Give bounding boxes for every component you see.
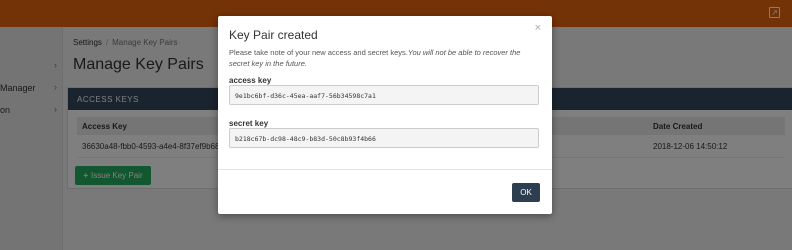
close-icon[interactable]: ×	[535, 22, 541, 34]
key-pair-created-modal: Key Pair created × Please take note of y…	[218, 16, 552, 214]
access-key-field[interactable]: 9e1bc6bf-d36c-45ea-aaf7-56b34598c7a1	[229, 85, 539, 105]
modal-message-plain: Please take note of your new access and …	[229, 48, 408, 57]
modal-title: Key Pair created	[229, 28, 318, 42]
modal-message: Please take note of your new access and …	[229, 47, 539, 69]
modal-footer-divider	[218, 169, 552, 170]
ok-button[interactable]: OK	[512, 183, 540, 202]
access-key-label: access key	[229, 76, 272, 85]
secret-key-label: secret key	[229, 119, 269, 128]
secret-key-field[interactable]: b218c67b-dc98-48c9-b83d-50c8b93f4b66	[229, 128, 539, 148]
